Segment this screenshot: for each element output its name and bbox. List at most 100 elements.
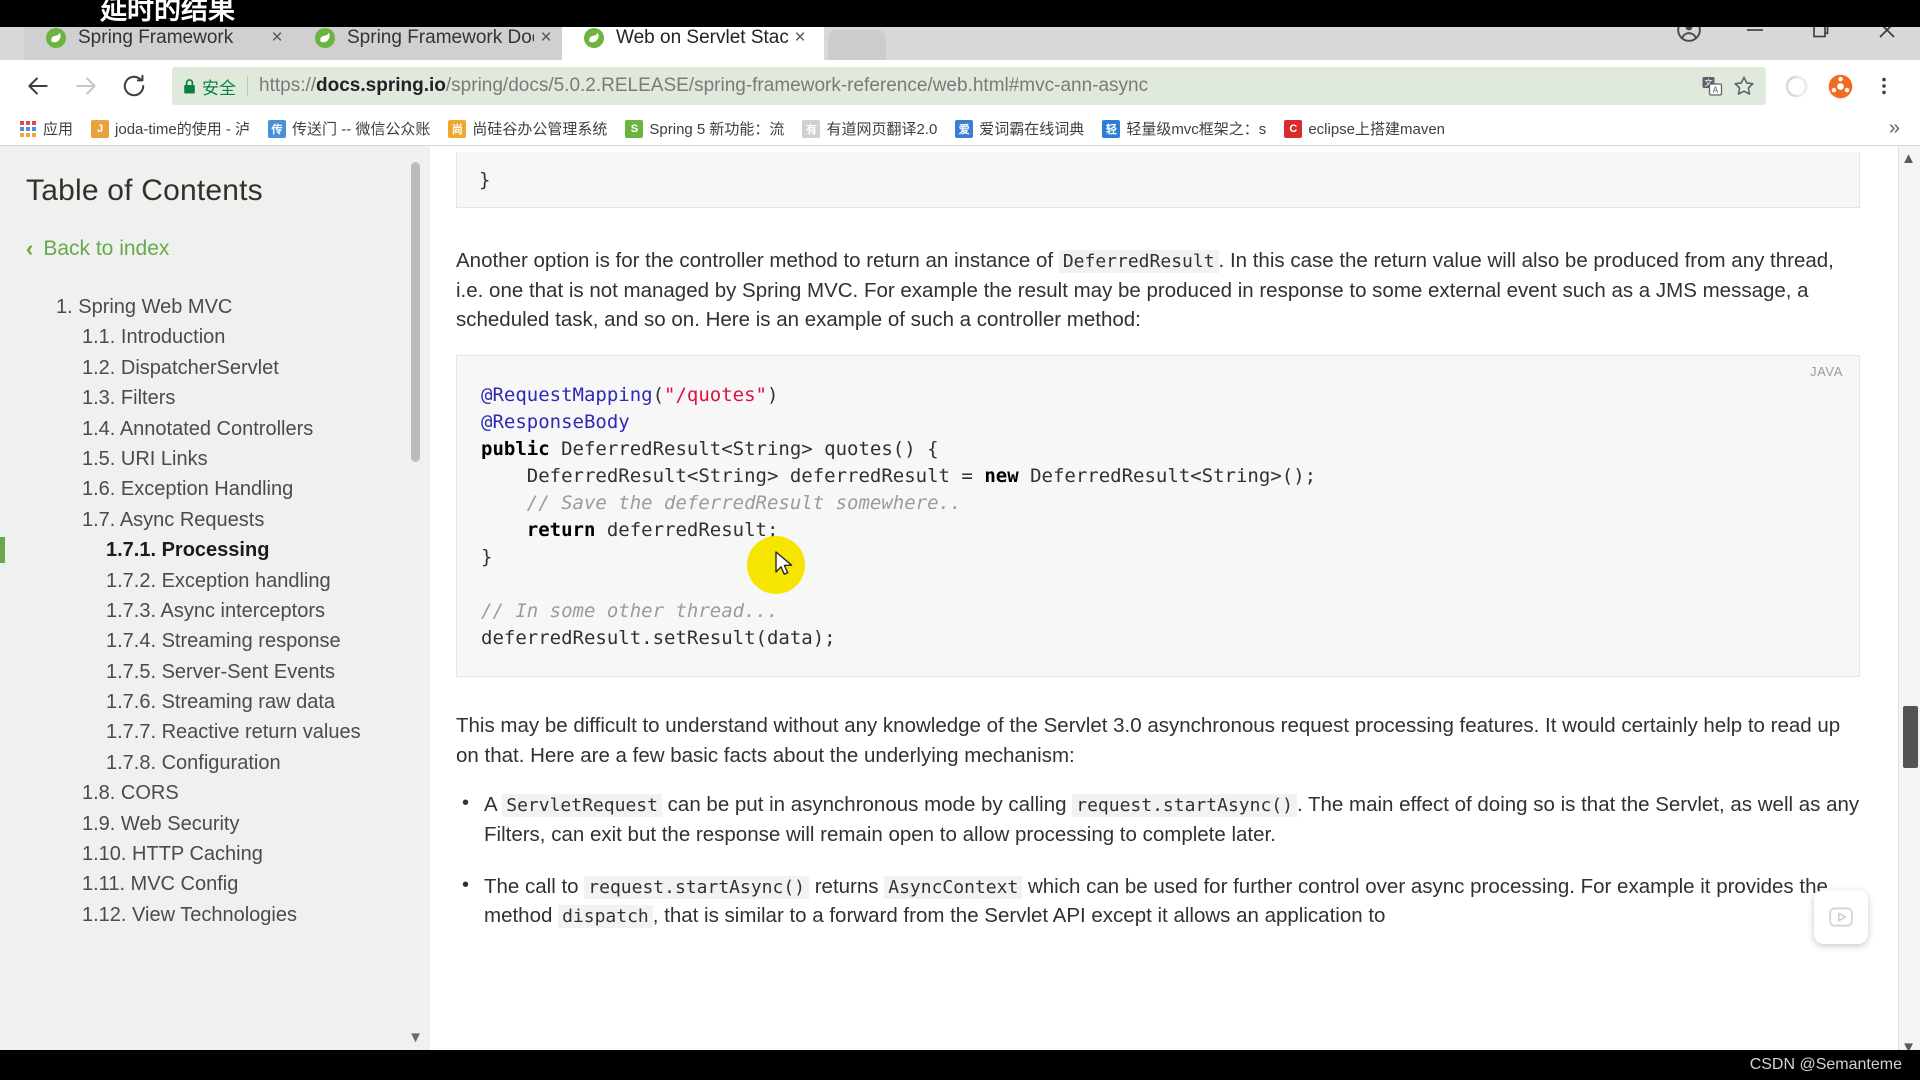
extension-orange-icon[interactable] — [1818, 64, 1862, 108]
sidebar-item-14[interactable]: 1.7.7. Reactive return values — [26, 717, 430, 747]
inline-code: AsyncContext — [884, 875, 1023, 899]
extension-circle-icon[interactable] — [1774, 64, 1818, 108]
back-arrow-icon[interactable] — [14, 62, 62, 110]
code-token: ) — [767, 384, 779, 407]
reload-icon[interactable] — [110, 62, 158, 110]
sidebar-item-8[interactable]: 1.7.1. Processing — [0, 535, 430, 565]
bookmark-item-5[interactable]: 爱爱词霸在线词典 — [946, 115, 1093, 143]
sidebar-item-18[interactable]: 1.10. HTTP Caching — [26, 839, 430, 869]
bookmarks-bar: 应用 Jjoda-time的使用 - 泸传传送门 -- 微信公众账尚尚硅谷办公管… — [0, 112, 1920, 146]
bookmark-item-2[interactable]: 尚尚硅谷办公管理系统 — [439, 115, 616, 143]
sidebar-item-1[interactable]: 1.1. Introduction — [26, 322, 430, 352]
document-content: } Another option is for the controller m… — [430, 146, 1920, 1060]
translate-icon[interactable]: 文A — [1700, 74, 1724, 98]
page-scrollbar[interactable]: ▲ ▼ — [1898, 146, 1920, 1060]
page-title: Table of Contents — [26, 174, 263, 207]
bookmark-apps-label: 应用 — [43, 121, 74, 138]
star-icon[interactable] — [1732, 74, 1756, 98]
forward-arrow-icon[interactable] — [62, 62, 110, 110]
bookmark-label: 尚硅谷办公管理系统 — [472, 121, 608, 138]
sidebar-item-16[interactable]: 1.8. CORS — [26, 778, 430, 808]
inline-code-deferredresult: DeferredResult — [1058, 250, 1219, 273]
bullet-text: The call to — [484, 874, 585, 898]
java-code-block: JAVA @RequestMapping("/quotes") @Respons… — [456, 355, 1860, 677]
bookmark-item-6[interactable]: 轻轻量级mvc框架之：s — [1093, 115, 1275, 143]
bookmark-label: 轻量级mvc框架之：s — [1126, 121, 1267, 138]
code-token: DeferredResult<String> deferredResult = — [481, 465, 985, 488]
bookmark-item-4[interactable]: 有有道网页翻译2.0 — [793, 115, 946, 143]
bookmark-label: 爱词霸在线词典 — [979, 121, 1085, 138]
code-tail-text: } — [479, 168, 491, 191]
sidebar-item-20[interactable]: 1.12. View Technologies — [26, 900, 430, 930]
code-token: ( — [652, 384, 665, 407]
tab-close-icon[interactable]: × — [265, 28, 289, 47]
toc-sidebar: Table of Contents ‹ Back to index 1. Spr… — [0, 146, 430, 1060]
list-item: A ServletRequest can be put in asynchron… — [456, 789, 1860, 849]
new-tab-button[interactable] — [828, 30, 886, 60]
sidebar-item-6[interactable]: 1.6. Exception Handling — [26, 474, 430, 504]
paragraph-deferredresult: Another option is for the controller met… — [456, 246, 1860, 335]
sidebar-item-9[interactable]: 1.7.2. Exception handling — [26, 566, 430, 596]
sidebar-item-19[interactable]: 1.11. MVC Config — [26, 869, 430, 899]
sidebar-item-7[interactable]: 1.7. Async Requests — [26, 505, 430, 535]
code-content: @RequestMapping("/quotes") @ResponseBody… — [481, 382, 1835, 652]
bookmark-item-3[interactable]: S Spring 5 新功能：流 — [616, 115, 793, 143]
sidebar-scroll-down-icon[interactable]: ▼ — [408, 1029, 423, 1046]
security-indicator[interactable]: 安全 — [182, 74, 236, 99]
scroll-up-icon[interactable]: ▲ — [1901, 150, 1916, 167]
bookmark-item-7[interactable]: Ceclipse上搭建maven — [1275, 115, 1454, 143]
bookmark-label: 有道网页翻译2.0 — [826, 121, 938, 138]
top-black-overlay — [0, 0, 1920, 27]
floating-video-widget[interactable] — [1814, 890, 1868, 944]
bookmark-favicon: 传 — [268, 119, 287, 138]
sidebar-item-17[interactable]: 1.9. Web Security — [26, 809, 430, 839]
facts-bullet-list: A ServletRequest can be put in asynchron… — [456, 789, 1860, 931]
tab-close-icon[interactable]: × — [788, 28, 812, 47]
url-path: /spring/docs/5.0.2.RELEASE/spring-framew… — [445, 75, 1149, 96]
bookmark-item-0[interactable]: Jjoda-time的使用 - 泸 — [82, 115, 259, 143]
svg-text:A: A — [1713, 86, 1719, 95]
bookmark-label: joda-time的使用 - 泸 — [115, 121, 251, 138]
bullet-text: , that is similar to a forward from the … — [652, 904, 1386, 928]
sidebar-item-12[interactable]: 1.7.5. Server-Sent Events — [26, 657, 430, 687]
tab-title: Spring Framework — [78, 26, 234, 48]
sidebar-scrollbar-thumb[interactable] — [411, 162, 420, 462]
page-scrollbar-thumb[interactable] — [1903, 706, 1918, 768]
sidebar-item-0[interactable]: 1. Spring Web MVC — [26, 292, 430, 322]
tab-close-icon[interactable]: × — [534, 28, 558, 47]
code-token: @ResponseBody — [481, 411, 630, 434]
spring-leaf-icon — [313, 26, 337, 50]
security-label: 安全 — [202, 78, 236, 98]
lock-icon — [184, 78, 195, 94]
three-dot-menu-icon[interactable] — [1862, 64, 1906, 108]
inline-code: request.startAsync() — [1072, 794, 1297, 818]
watermark-text: CSDN @Semanteme — [1749, 1056, 1902, 1073]
bookmark-favicon: S — [625, 119, 644, 138]
bookmark-favicon: 爱 — [955, 119, 974, 138]
address-bar[interactable]: 安全 https://docs.spring.io/spring/docs/5.… — [172, 67, 1766, 105]
inline-code: ServletRequest — [502, 794, 662, 818]
bookmark-favicon: 轻 — [1102, 119, 1121, 138]
sidebar-item-11[interactable]: 1.7.4. Streaming response — [26, 626, 430, 656]
sidebar-item-15[interactable]: 1.7.8. Configuration — [26, 748, 430, 778]
bookmarks-overflow-icon[interactable]: » — [1879, 117, 1910, 140]
sidebar-item-5[interactable]: 1.5. URI Links — [26, 444, 430, 474]
bookmark-item-1[interactable]: 传传送门 -- 微信公众账 — [259, 115, 439, 143]
code-token: return — [526, 519, 596, 541]
bullet-text: can be put in asynchronous mode by calli… — [661, 793, 1073, 817]
url-host: docs.spring.io — [316, 75, 446, 96]
code-token: deferredResult; — [595, 519, 779, 541]
spring-leaf-icon — [44, 26, 68, 50]
back-to-index-link[interactable]: ‹ Back to index — [26, 236, 430, 262]
code-token: DeferredResult<String>(); — [1018, 465, 1317, 488]
sidebar-item-3[interactable]: 1.3. Filters — [26, 383, 430, 413]
sidebar-item-13[interactable]: 1.7.6. Streaming raw data — [26, 687, 430, 717]
bookmark-favicon: J — [91, 119, 110, 138]
spring-leaf-icon — [582, 26, 606, 50]
bookmark-apps[interactable]: 应用 — [10, 115, 82, 143]
sidebar-item-4[interactable]: 1.4. Annotated Controllers — [26, 414, 430, 444]
chevron-left-icon: ‹ — [26, 236, 34, 261]
code-language-label: JAVA — [1810, 364, 1843, 380]
sidebar-item-10[interactable]: 1.7.3. Async interceptors — [26, 596, 430, 626]
sidebar-item-2[interactable]: 1.2. DispatcherServlet — [26, 353, 430, 383]
